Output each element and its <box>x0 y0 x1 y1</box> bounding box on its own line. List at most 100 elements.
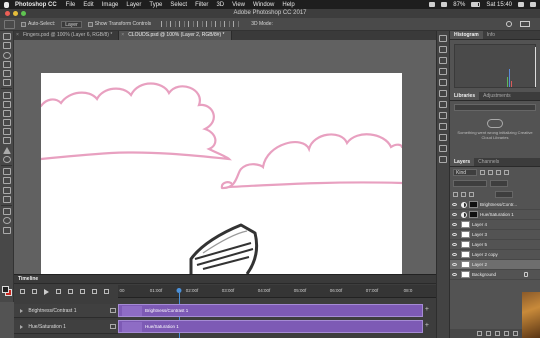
menu-app-name[interactable]: Photoshop CC <box>15 2 57 8</box>
search-icon[interactable] <box>506 21 512 27</box>
zoom-tool-icon[interactable] <box>2 217 11 225</box>
visibility-eye-icon[interactable] <box>452 223 457 226</box>
marquee-tool-icon[interactable] <box>2 42 11 50</box>
menu-layer[interactable]: Layer <box>126 2 141 8</box>
play-icon[interactable] <box>44 288 49 295</box>
clone-source-panel-icon[interactable] <box>439 134 447 141</box>
prev-frame-icon[interactable] <box>32 289 37 294</box>
align-bottom-icon[interactable] <box>179 21 186 27</box>
menu-type[interactable]: Type <box>149 2 162 8</box>
menu-help[interactable]: Help <box>282 2 294 8</box>
add-media-icon[interactable]: + <box>425 306 429 313</box>
filter-pixel-icon[interactable] <box>480 170 485 175</box>
visibility-eye-icon[interactable] <box>452 263 457 266</box>
menu-list-icon[interactable] <box>530 2 536 7</box>
zoom-window-icon[interactable] <box>21 11 26 16</box>
visibility-eye-icon[interactable] <box>452 233 457 236</box>
film-icon[interactable] <box>110 324 116 329</box>
layer-thumbnail[interactable] <box>461 251 470 258</box>
menu-select[interactable]: Select <box>170 2 187 8</box>
quick-select-tool-icon[interactable] <box>2 60 11 68</box>
lock-all-icon[interactable] <box>469 192 474 197</box>
character-panel-icon[interactable] <box>439 79 447 86</box>
doc-tab-clouds[interactable]: × CLOUDS.psd @ 100% (Layer 2, RGB/8#) * <box>119 31 232 40</box>
blend-mode-dropdown[interactable] <box>453 180 487 187</box>
audio-icon[interactable] <box>68 289 73 294</box>
apple-icon[interactable] <box>4 1 9 8</box>
visibility-eye-icon[interactable] <box>452 253 457 256</box>
expand-icon[interactable] <box>20 324 23 329</box>
filter-shape-icon[interactable] <box>504 170 509 175</box>
hand-tool-icon[interactable] <box>2 208 11 216</box>
show-transform-checkbox[interactable]: Show Transform Controls <box>87 21 151 27</box>
menu-image[interactable]: Image <box>102 2 119 8</box>
distribute-icon[interactable] <box>215 21 222 27</box>
menu-view[interactable]: View <box>232 2 245 8</box>
new-adjustment-icon[interactable] <box>504 331 509 336</box>
history-panel-icon[interactable] <box>439 35 447 42</box>
visibility-eye-icon[interactable] <box>452 273 457 276</box>
paths-panel-icon[interactable] <box>439 145 447 152</box>
film-icon[interactable] <box>110 308 116 313</box>
expand-icon[interactable] <box>20 308 23 313</box>
auto-select-dropdown[interactable]: Layer <box>61 20 82 28</box>
document-canvas[interactable] <box>41 73 402 274</box>
layer-row[interactable]: Hue/Saturation 1 <box>450 210 540 220</box>
brushes-panel-icon[interactable] <box>439 68 447 75</box>
track-label-brightness[interactable]: Brightness/Contrast 1 <box>14 304 118 318</box>
layer-thumbnail[interactable] <box>461 271 470 278</box>
menu-edit[interactable]: Edit <box>83 2 93 8</box>
pen-tool-icon[interactable] <box>2 168 11 176</box>
lock-pixels-icon[interactable] <box>453 192 458 197</box>
visibility-eye-icon[interactable] <box>452 213 457 216</box>
wifi-icon[interactable] <box>429 2 436 7</box>
move-tool-icon[interactable] <box>2 33 11 41</box>
menu-window[interactable]: Window <box>253 2 274 8</box>
visibility-eye-icon[interactable] <box>452 203 457 206</box>
layer-thumbnail[interactable] <box>461 241 470 248</box>
library-dropdown[interactable] <box>454 104 536 111</box>
layer-row[interactable]: Brightness/Contr... <box>450 200 540 210</box>
type-tool-icon[interactable] <box>2 177 11 185</box>
align-hcenter-icon[interactable] <box>197 21 204 27</box>
clock[interactable]: Sat 15:40 <box>486 2 512 8</box>
minimize-window-icon[interactable] <box>13 11 18 16</box>
styles-panel-icon[interactable] <box>439 123 447 130</box>
color-panel-icon[interactable] <box>439 112 447 119</box>
fill-field[interactable] <box>495 191 513 198</box>
close-window-icon[interactable] <box>5 11 10 16</box>
tab-adjustments[interactable]: Adjustments <box>479 92 515 100</box>
menu-filter[interactable]: Filter <box>195 2 208 8</box>
align-left-icon[interactable] <box>188 21 195 27</box>
properties-panel-icon[interactable] <box>439 57 447 64</box>
layer-row[interactable]: Layer 3 <box>450 230 540 240</box>
lock-position-icon[interactable] <box>461 192 466 197</box>
menu-3d[interactable]: 3D <box>216 2 224 8</box>
new-group-icon[interactable] <box>513 331 518 336</box>
dodge-tool-icon[interactable] <box>2 155 11 163</box>
tab-layers[interactable]: Layers <box>450 158 475 166</box>
move-tool-preset-icon[interactable] <box>4 19 15 29</box>
add-media-icon[interactable]: + <box>425 322 429 329</box>
add-mask-icon[interactable] <box>495 331 500 336</box>
eyedropper-tool-icon[interactable] <box>2 79 11 87</box>
actions-panel-icon[interactable] <box>439 46 447 53</box>
tab-histogram[interactable]: Histogram <box>450 31 483 39</box>
canvas-area[interactable] <box>14 40 436 274</box>
filter-adjustment-icon[interactable] <box>488 170 493 175</box>
crop-tool-icon[interactable] <box>2 69 11 77</box>
close-icon[interactable]: × <box>121 31 124 40</box>
swatches-panel-icon[interactable] <box>439 101 447 108</box>
auto-select-checkbox[interactable]: Auto-Select: <box>21 21 55 27</box>
blur-tool-icon[interactable] <box>2 146 11 154</box>
layer-row[interactable]: Layer 5 <box>450 240 540 250</box>
distribute-icon[interactable] <box>233 21 240 27</box>
visibility-eye-icon[interactable] <box>452 243 457 246</box>
lasso-tool-icon[interactable] <box>2 51 11 59</box>
clip-brightness[interactable]: Brightness/Contrast 1 <box>118 304 423 317</box>
tab-info[interactable]: Info <box>483 31 499 39</box>
shape-tool-icon[interactable] <box>2 195 11 203</box>
layer-mask-thumbnail[interactable] <box>469 201 478 208</box>
gradient-tool-icon[interactable] <box>2 137 11 145</box>
volume-icon[interactable] <box>441 2 448 7</box>
